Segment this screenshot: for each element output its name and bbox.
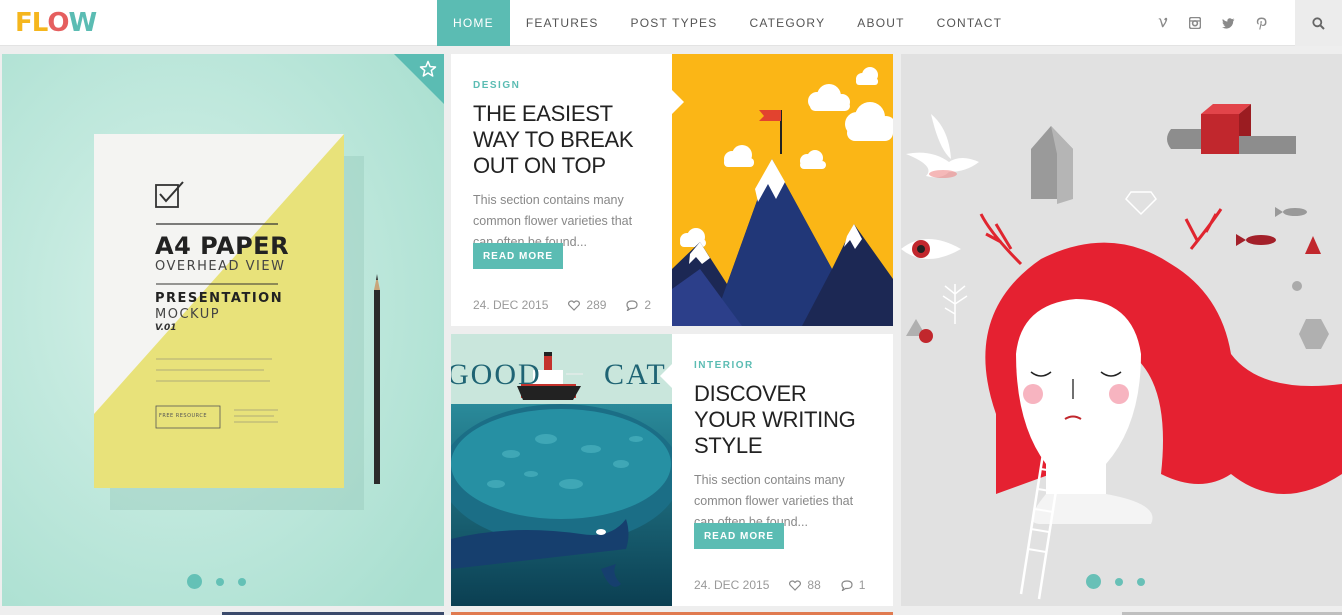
twitter-icon[interactable]: [1221, 16, 1235, 30]
comments-count: 1: [858, 578, 866, 592]
nav-item-post-types[interactable]: POST TYPES: [615, 0, 734, 46]
comment-icon[interactable]: [626, 299, 639, 311]
logo-letter-w: W: [68, 8, 97, 38]
mockup-version: V.01: [155, 323, 177, 333]
post-title[interactable]: DISCOVER YOUR WRITING STYLE: [694, 381, 871, 459]
comments-count: 2: [644, 298, 652, 312]
mockup-title: A4 PAPER: [155, 232, 290, 260]
search-button[interactable]: [1295, 0, 1342, 46]
nav-item-home[interactable]: HOME: [437, 0, 510, 46]
logo-letter-o: O: [47, 8, 69, 38]
mockup-heading: PRESENTATION: [155, 291, 284, 306]
card-pointer: [672, 90, 684, 114]
card-pointer: [660, 364, 672, 388]
search-icon: [1312, 16, 1325, 30]
post-title[interactable]: THE EASIEST WAY TO BREAK OUT ON TOP: [473, 101, 650, 179]
mountain-illustration: [672, 54, 893, 326]
site-logo[interactable]: F L O W: [15, 7, 97, 39]
instagram-icon[interactable]: [1188, 16, 1202, 30]
mockup-badge: FREE RESOURCE: [159, 413, 208, 419]
post-date: 24. DEC 2015: [694, 578, 770, 592]
image-text-good: GOOD: [451, 358, 542, 391]
mockup-heading-2: MOCKUP: [155, 307, 221, 322]
vimeo-icon[interactable]: [1155, 16, 1169, 30]
likes-count: 88: [807, 578, 821, 592]
post-image-whale[interactable]: GOOD CATCH: [451, 334, 672, 606]
post-card-design: DESIGN THE EASIEST WAY TO BREAK OUT ON T…: [451, 54, 672, 326]
slider-dots-left: [187, 574, 246, 589]
nav-item-features[interactable]: FEATURES: [510, 0, 615, 46]
read-more-button[interactable]: READ MORE: [694, 523, 784, 549]
heart-icon[interactable]: [789, 579, 802, 591]
social-links: [1155, 0, 1268, 46]
main-nav: HOME FEATURES POST TYPES CATEGORY ABOUT …: [437, 0, 1018, 46]
nav-item-category[interactable]: CATEGORY: [733, 0, 841, 46]
slider-dot-3[interactable]: [1137, 577, 1145, 586]
slider-dot-3[interactable]: [238, 577, 246, 586]
nav-item-contact[interactable]: CONTACT: [921, 0, 1019, 46]
featured-post-left[interactable]: A4 PAPER OVERHEAD VIEW PRESENTATION MOCK…: [2, 54, 444, 606]
slider-dots-right: [1086, 574, 1145, 589]
post-card-interior: INTERIOR DISCOVER YOUR WRITING STYLE Thi…: [672, 334, 893, 606]
mockup-subtitle: OVERHEAD VIEW: [155, 259, 286, 274]
paper-mockup-image: [2, 54, 444, 606]
post-category[interactable]: INTERIOR: [694, 360, 871, 371]
logo-letter-l: L: [31, 8, 49, 38]
logo-letter-f: F: [15, 8, 33, 38]
post-meta: 24. DEC 2015 88 1: [694, 578, 865, 592]
post-meta: 24. DEC 2015 289 2: [473, 298, 651, 312]
slider-dot-2[interactable]: [1115, 577, 1123, 586]
read-more-button[interactable]: READ MORE: [473, 243, 563, 269]
site-header: F L O W HOME FEATURES POST TYPES CATEGOR…: [0, 0, 1342, 46]
likes-count: 289: [586, 298, 607, 312]
heart-icon[interactable]: [568, 299, 581, 311]
slider-dot-1[interactable]: [187, 574, 202, 589]
star-icon[interactable]: [419, 60, 437, 83]
post-image-mountain[interactable]: [672, 54, 893, 326]
girl-illustration: [901, 54, 1342, 606]
comment-icon[interactable]: [841, 579, 853, 591]
nav-item-about[interactable]: ABOUT: [841, 0, 920, 46]
slider-dot-1[interactable]: [1086, 574, 1101, 589]
pinterest-icon[interactable]: [1254, 16, 1268, 30]
slider-dot-2[interactable]: [216, 577, 224, 586]
featured-post-right[interactable]: [901, 54, 1342, 606]
post-date: 24. DEC 2015: [473, 298, 549, 312]
post-category[interactable]: DESIGN: [473, 80, 650, 91]
